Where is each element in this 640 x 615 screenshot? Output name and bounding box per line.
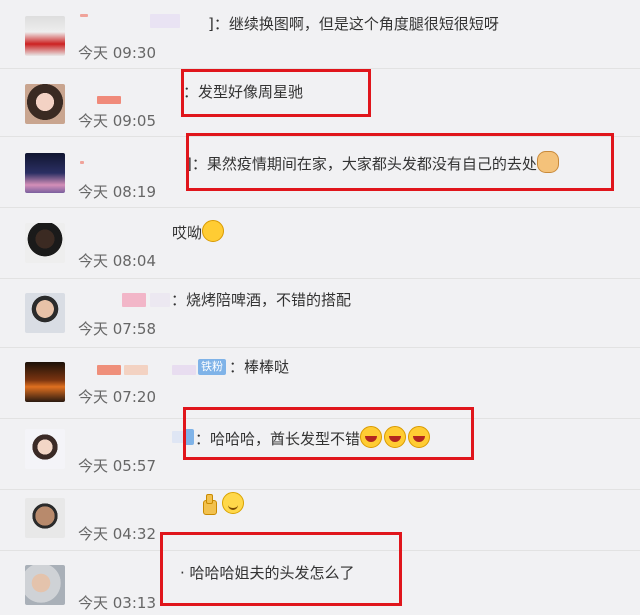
comment-time: 今天 08:19 [78,183,156,201]
avatar[interactable] [25,223,65,263]
comment-time: 今天 08:04 [78,252,156,270]
username-blur [80,161,84,164]
comment-time: 今天 07:20 [78,388,156,406]
thumbs-up-emoji-icon [200,494,218,515]
avatar[interactable] [25,16,65,56]
comment-text: ：烧烤陪啤酒，不错的搭配 [171,291,352,309]
comment-row: 哎呦 今天 08:04 [0,208,640,279]
comment-time: 今天 07:58 [78,320,156,338]
username-blur [97,96,121,104]
comment-text: 哎呦 [172,220,225,243]
smile-emoji-icon [222,492,244,514]
highlight-box [183,407,474,460]
comment-time: 今天 09:05 [78,112,156,130]
avatar[interactable] [25,565,65,605]
fan-badge: 铁粉 [198,359,226,375]
username-blur [122,293,146,307]
comment-text-body: 哎呦 [172,224,203,242]
sweat-smile-emoji-icon [202,220,225,242]
highlight-box [186,133,614,191]
username-blur [150,14,180,28]
avatar[interactable] [25,293,65,333]
avatar[interactable] [25,429,65,469]
comment-time: 今天 05:57 [78,457,156,475]
comment-text [200,492,244,515]
avatar[interactable] [25,153,65,193]
avatar[interactable] [25,84,65,124]
comment-text: ]：继续换图啊，但是这个角度腿很短很短呀 [208,15,499,33]
comment-time: 今天 04:32 [78,525,156,543]
comment-text: ：棒棒哒 [229,358,290,376]
avatar[interactable] [25,362,65,402]
username-blur [124,365,148,375]
comment-row: ]：继续换图啊，但是这个角度腿很短很短呀 今天 09:30 [0,0,640,69]
avatar[interactable] [25,498,65,538]
username-blur [150,293,170,307]
highlight-box [160,532,402,606]
username-blur [97,365,121,375]
comment-time: 今天 03:13 [78,594,156,612]
username-blur [172,365,196,375]
username-blur [80,14,88,17]
comment-time: 今天 09:30 [78,44,156,62]
highlight-box [181,69,371,117]
comment-row: ：烧烤陪啤酒，不错的搭配 今天 07:58 [0,279,640,348]
